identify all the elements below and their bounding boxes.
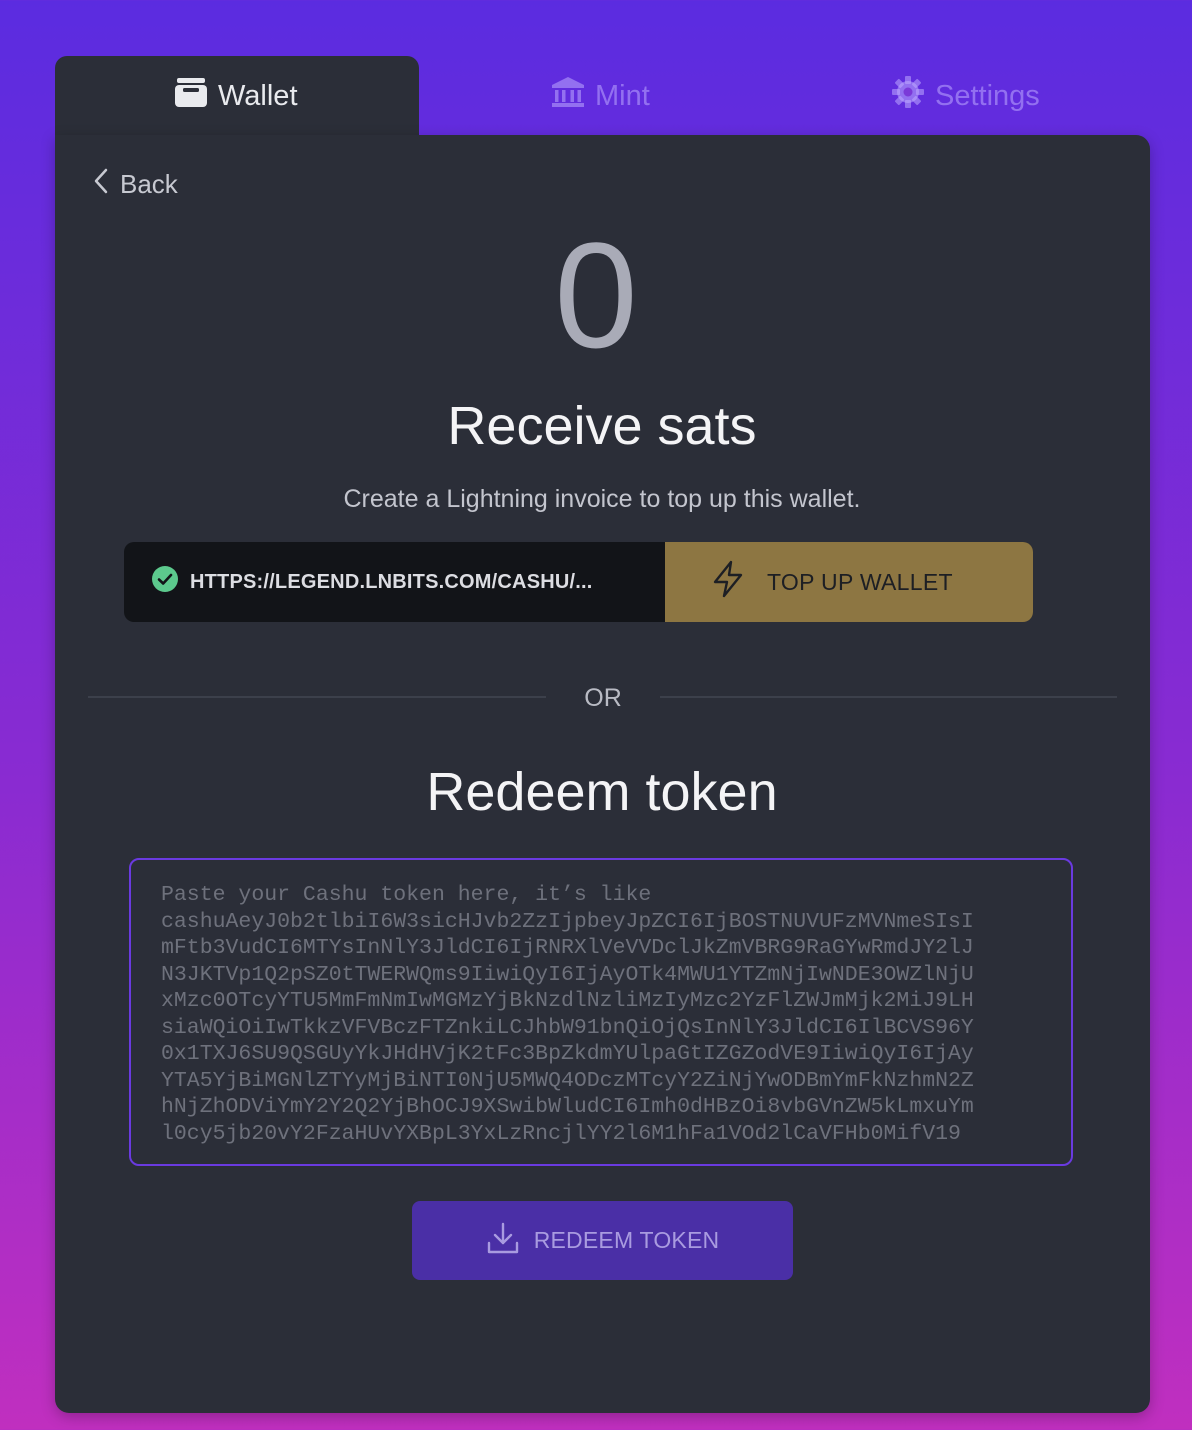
tab-wallet-label: Wallet bbox=[218, 79, 298, 112]
balance-amount: 0 bbox=[554, 211, 638, 379]
tab-mint[interactable]: Mint bbox=[551, 76, 650, 116]
back-label: Back bbox=[120, 168, 178, 199]
mint-selector[interactable]: HTTPS://LEGEND.LNBITS.COM/CASHU/... bbox=[124, 542, 665, 622]
lightning-icon bbox=[711, 560, 745, 604]
topup-bar: HTTPS://LEGEND.LNBITS.COM/CASHU/... TOP … bbox=[124, 542, 1033, 622]
token-input[interactable]: Paste your Cashu token here, it’s like c… bbox=[129, 858, 1073, 1166]
token-placeholder: Paste your Cashu token here, it’s like c… bbox=[161, 883, 974, 1146]
receive-title: Receive sats bbox=[447, 396, 757, 456]
top-up-wallet-label: TOP UP WALLET bbox=[767, 568, 953, 595]
divider-right bbox=[660, 696, 1117, 698]
tab-settings-label: Settings bbox=[935, 79, 1040, 112]
bank-icon bbox=[551, 75, 585, 117]
redeem-title: Redeem token bbox=[426, 762, 778, 822]
or-label: OR bbox=[584, 684, 622, 712]
receive-subtitle: Create a Lightning invoice to top up thi… bbox=[343, 485, 861, 513]
mint-url: HTTPS://LEGEND.LNBITS.COM/CASHU/... bbox=[190, 570, 593, 593]
chevron-left-icon bbox=[94, 168, 108, 201]
tab-settings[interactable]: Settings bbox=[891, 76, 1040, 116]
tab-mint-label: Mint bbox=[595, 79, 650, 112]
redeem-token-button[interactable]: REDEEM TOKEN bbox=[412, 1201, 793, 1280]
top-up-wallet-button[interactable]: TOP UP WALLET bbox=[665, 542, 1033, 622]
tab-wallet[interactable]: Wallet bbox=[174, 76, 298, 116]
redeem-token-label: REDEEM TOKEN bbox=[533, 1227, 720, 1253]
download-icon bbox=[486, 1221, 520, 1261]
check-circle-icon bbox=[152, 566, 178, 598]
back-button[interactable]: Back bbox=[94, 164, 178, 204]
gear-icon bbox=[891, 75, 925, 117]
wallet-icon bbox=[174, 76, 208, 116]
divider-left bbox=[88, 696, 546, 698]
